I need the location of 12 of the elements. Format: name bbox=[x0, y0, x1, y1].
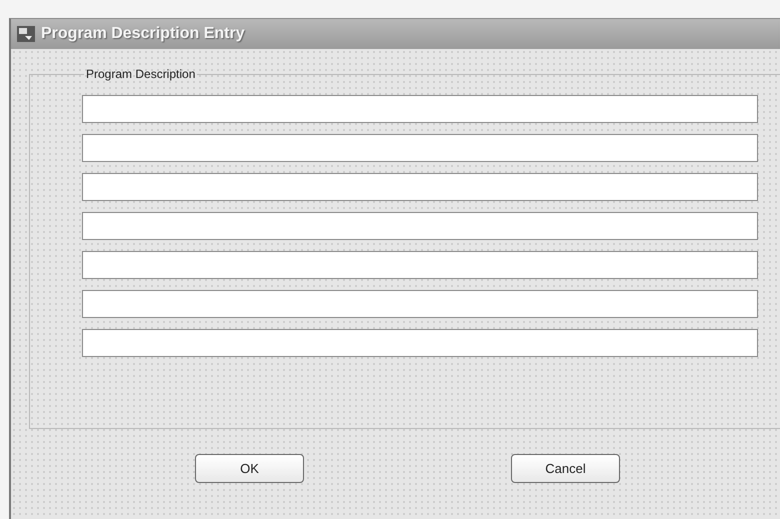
window-title: Program Description Entry bbox=[41, 25, 245, 43]
input-field[interactable] bbox=[82, 212, 758, 240]
cancel-button[interactable]: Cancel bbox=[511, 454, 620, 483]
group-label: Program Description bbox=[85, 67, 196, 81]
input-field[interactable] bbox=[82, 173, 758, 201]
input-field[interactable] bbox=[82, 251, 758, 279]
input-field[interactable] bbox=[82, 329, 758, 357]
input-field[interactable] bbox=[82, 95, 758, 123]
ok-button[interactable]: OK bbox=[195, 454, 304, 483]
input-field[interactable] bbox=[82, 290, 758, 318]
input-field[interactable] bbox=[82, 134, 758, 162]
app-icon bbox=[17, 26, 35, 42]
